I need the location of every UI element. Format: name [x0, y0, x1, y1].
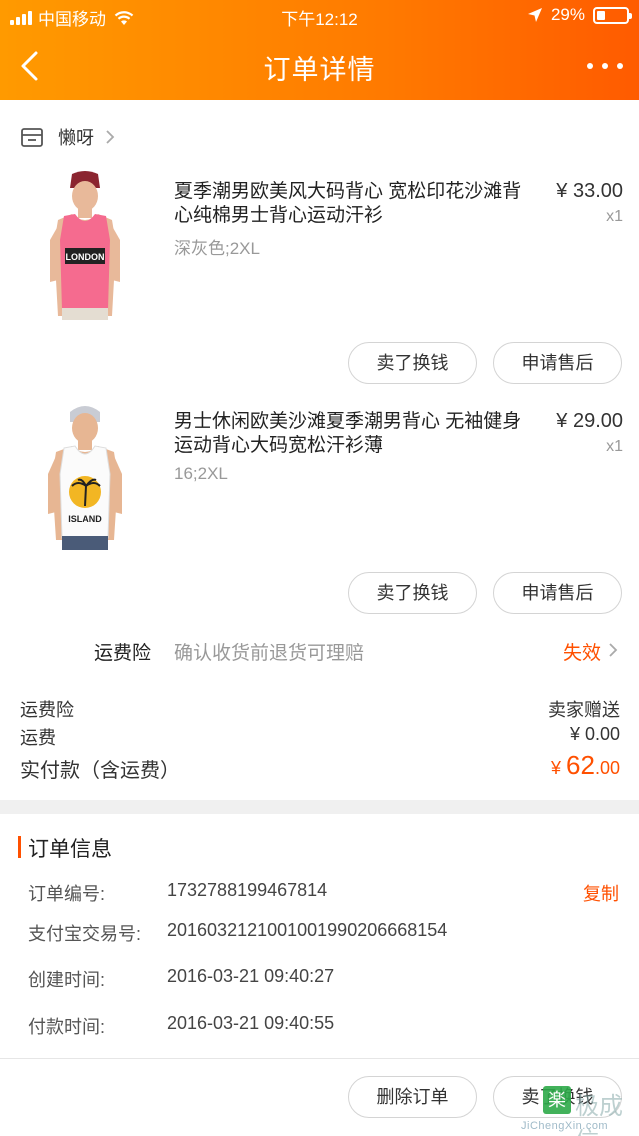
sell-for-cash-button[interactable]: 卖了换钱: [348, 342, 477, 384]
order-number-label: 订单编号:: [28, 884, 106, 904]
alipay-trade-value: 2016032121001001990206668154: [167, 920, 448, 940]
created-time-label: 创建时间:: [28, 970, 106, 990]
chevron-right-icon: [609, 643, 618, 657]
product-price: ¥ 29.00: [556, 410, 623, 432]
after-sales-button[interactable]: 申请售后: [493, 342, 622, 384]
product-price: ¥ 33.00: [556, 180, 623, 202]
sell-for-cash-button[interactable]: 卖了换钱: [348, 572, 477, 614]
shirt-print-text: ISLAND: [68, 514, 102, 524]
order-number-row: 订单编号: 1732788199467814 复制: [0, 880, 639, 910]
product-spec: 深灰色;2XL: [174, 239, 260, 258]
summary-freight-row: 运费 ¥ 0.00: [20, 724, 620, 750]
product-qty: x1: [606, 438, 623, 455]
battery-icon: [593, 6, 632, 24]
copy-button[interactable]: 复制: [583, 880, 619, 906]
summary-freight-label: 运费: [20, 728, 56, 748]
shirt-print-text: LONDON: [66, 252, 105, 262]
created-time-row: 创建时间: 2016-03-21 09:40:27: [0, 966, 639, 996]
order-info-title: 订单信息: [28, 838, 112, 861]
watermark-url: JiChengXin.com: [521, 1120, 609, 1132]
nav-bar: 订单详情: [0, 32, 639, 100]
header: 中国移动 下午12:12 29% 订单详情: [0, 0, 639, 100]
more-icon[interactable]: [587, 52, 623, 80]
watermark-logo: 楽: [543, 1086, 571, 1114]
freight-insurance-label: 运费险: [94, 643, 152, 664]
section-gap: [0, 800, 639, 814]
summary-insurance-row: 运费险 卖家赠送: [20, 696, 620, 722]
watermark: 楽 极成信 JiChengXin.com: [521, 1086, 633, 1136]
status-right: 29%: [527, 5, 632, 25]
product-name[interactable]: 夏季潮男欧美风大码背心 宽松印花沙滩背心纯棉男士背心运动汗衫: [174, 180, 534, 228]
freight-insurance-desc: 确认收货前退货可理赔: [174, 643, 365, 664]
freight-insurance-row[interactable]: 运费险 确认收货前退货可理赔 失效: [0, 626, 639, 672]
paid-dec: .00: [594, 758, 620, 778]
created-time-value: 2016-03-21 09:40:27: [167, 966, 335, 986]
paid-int: 62: [566, 750, 595, 780]
paid-time-value: 2016-03-21 09:40:55: [167, 1013, 335, 1033]
after-sales-button[interactable]: 申请售后: [493, 572, 622, 614]
delete-order-button[interactable]: 删除订单: [348, 1076, 477, 1118]
alipay-trade-label: 支付宝交易号:: [28, 924, 142, 944]
paid-time-label: 付款时间:: [28, 1017, 106, 1037]
product-image: ISLAND: [20, 400, 150, 550]
order-number-value[interactable]: 1732788199467814: [167, 880, 327, 901]
divider: [0, 1058, 639, 1059]
product-item[interactable]: ISLAND 男士休闲欧美沙滩夏季潮男背心 无袖健身运动背心大码宽松汗衫薄 16…: [0, 400, 639, 630]
summary-insurance-label: 运费险: [20, 700, 74, 720]
status-bar: 中国移动 下午12:12 29%: [0, 0, 639, 32]
order-info-header: 订单信息: [0, 830, 639, 866]
summary-paid-value: ¥ 62.00: [551, 750, 620, 781]
store-icon: [21, 128, 43, 147]
product-image: LONDON: [20, 170, 150, 320]
product-name[interactable]: 男士休闲欧美沙滩夏季潮男背心 无袖健身运动背心大码宽松汗衫薄: [174, 410, 534, 458]
summary-insurance-value: 卖家赠送: [548, 700, 620, 720]
summary-paid-row: 实付款（含运费） ¥ 62.00: [20, 750, 620, 783]
chevron-right-icon: [106, 130, 115, 144]
paid-yen: ¥: [551, 758, 567, 778]
summary-freight-value: ¥ 0.00: [569, 724, 620, 744]
accent-bar: [18, 836, 21, 858]
paid-time-row: 付款时间: 2016-03-21 09:40:55: [0, 1013, 639, 1043]
shop-name: 懒呀: [58, 128, 94, 148]
alipay-trade-row: 支付宝交易号: 2016032121001001990206668154: [0, 920, 639, 950]
product-spec: 16;2XL: [174, 464, 228, 483]
page-title: 订单详情: [263, 55, 376, 85]
product-qty: x1: [606, 208, 623, 225]
battery-percent: 29%: [550, 5, 585, 24]
freight-insurance-status: 失效: [562, 643, 601, 664]
location-arrow-icon: [527, 8, 542, 22]
shop-row[interactable]: 懒呀: [0, 112, 639, 162]
product-item[interactable]: LONDON 夏季潮男欧美风大码背心 宽松印花沙滩背心纯棉男士背心运动汗衫 深灰…: [0, 170, 639, 400]
summary-paid-label: 实付款（含运费）: [20, 760, 180, 782]
battery-fill: [597, 10, 606, 20]
